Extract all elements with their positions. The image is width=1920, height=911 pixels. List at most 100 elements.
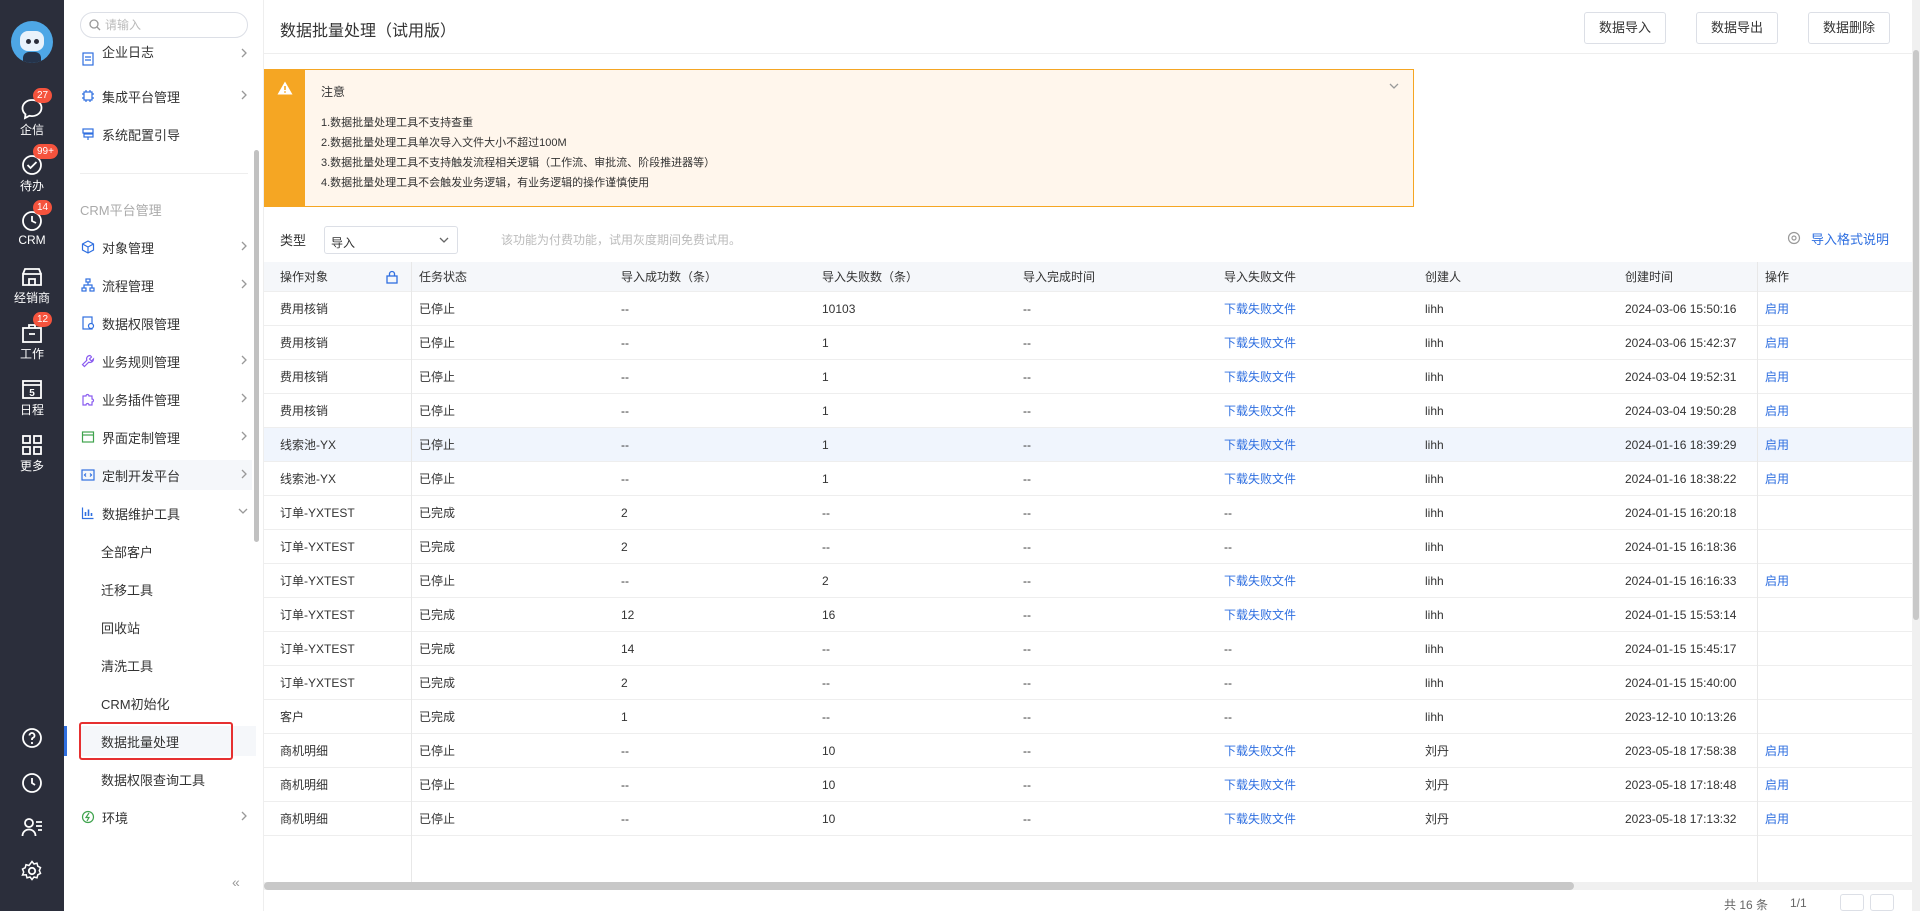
table-cell: --: [1023, 811, 1031, 826]
sidebar-item-data-tools[interactable]: 数据维护工具: [80, 498, 252, 528]
contacts-button[interactable]: [0, 816, 64, 846]
table-row[interactable]: 费用核销 已停止 -- 1 -- 下载失败文件 lihh 2024-03-06 15:42:3…: [264, 326, 1912, 360]
table-row[interactable]: 线索池-YX 已停止 -- 1 -- 下载失败文件 lihh 2024-01-16 18:38…: [264, 462, 1912, 496]
sidebar-item-business-rule[interactable]: 业务规则管理: [80, 346, 252, 376]
column-header[interactable]: 导入完成时间: [1023, 262, 1095, 291]
column-header[interactable]: 创建人: [1425, 262, 1461, 291]
download-failed-file-link[interactable]: 下载失败文件: [1224, 802, 1296, 835]
table-row[interactable]: 商机明细 已停止 -- 10 -- 下载失败文件 刘丹 2023-05-18 17:13:32…: [264, 802, 1912, 836]
help-button[interactable]: [0, 727, 64, 757]
import-button[interactable]: 数据导入: [1584, 12, 1667, 44]
sidebar-sub-cleanse[interactable]: 清洗工具: [80, 650, 256, 680]
next-page-button[interactable]: [1870, 894, 1894, 911]
download-failed-file-link[interactable]: 下载失败文件: [1224, 462, 1296, 495]
enable-action-link[interactable]: 启用: [1765, 462, 1789, 495]
download-failed-file-link[interactable]: 下载失败文件: [1224, 598, 1296, 631]
table-row[interactable]: 费用核销 已停止 -- 1 -- 下载失败文件 lihh 2024-03-04 19:50:2…: [264, 394, 1912, 428]
prev-page-button[interactable]: [1840, 894, 1864, 911]
column-header[interactable]: 导入成功数（条）: [621, 262, 717, 291]
enable-action-link[interactable]: 启用: [1765, 802, 1789, 835]
column-header[interactable]: 创建时间: [1625, 262, 1673, 291]
collapse-sidebar-button[interactable]: «: [232, 874, 240, 890]
download-failed-file-link[interactable]: 下载失败文件: [1224, 734, 1296, 767]
rail-item-todo[interactable]: 待办 99+: [0, 144, 64, 198]
delete-button[interactable]: 数据删除: [1808, 12, 1891, 44]
export-button[interactable]: 数据导出: [1696, 12, 1779, 44]
table-row[interactable]: 费用核销 已停止 -- 10103 -- 下载失败文件 lihh 2024-03-06 15:…: [264, 292, 1912, 326]
app-rail: 企信 27 待办 99+ CRM 14 经销商 工作 12 5 日程 更多: [0, 0, 64, 911]
rail-item-work[interactable]: 工作 12: [0, 312, 64, 366]
table-cell: 2024-01-15 15:45:17: [1625, 641, 1737, 656]
sidebar-item-plugin[interactable]: 业务插件管理: [80, 384, 252, 414]
table-row[interactable]: 订单-YXTEST 已完成 2 -- -- -- lihh 2024-01-15 16:18:…: [264, 530, 1912, 564]
enable-action-link[interactable]: 启用: [1765, 292, 1789, 325]
download-failed-file-link[interactable]: 下载失败文件: [1224, 326, 1296, 359]
enable-action-link[interactable]: 启用: [1765, 768, 1789, 801]
download-failed-file-link[interactable]: 下载失败文件: [1224, 768, 1296, 801]
horizontal-scrollbar[interactable]: [264, 882, 1574, 890]
sidebar-sub-batch-processing[interactable]: 数据批量处理: [64, 722, 256, 760]
sidebar-search[interactable]: [80, 12, 248, 38]
type-select[interactable]: 导入: [324, 226, 458, 254]
sidebar-sub-crm-init[interactable]: CRM初始化: [80, 688, 256, 718]
rail-item-schedule[interactable]: 5 日程: [0, 376, 64, 422]
table-row[interactable]: 订单-YXTEST 已完成 12 16 -- 下载失败文件 lihh 2024-01-15 1…: [264, 598, 1912, 632]
sidebar-item-data-permission[interactable]: 数据权限管理: [80, 308, 252, 338]
sidebar-item-ui-custom[interactable]: 界面定制管理: [80, 422, 252, 452]
rail-item-dealer[interactable]: 经销商: [0, 264, 64, 310]
enable-action-link[interactable]: 启用: [1765, 394, 1789, 427]
column-header[interactable]: 导入失败数（条）: [822, 262, 918, 291]
sidebar-item-config-guide[interactable]: 系统配置引导: [80, 119, 252, 149]
enable-action-link[interactable]: 启用: [1765, 360, 1789, 393]
settings-button[interactable]: [0, 860, 64, 890]
sidebar-scrollbar[interactable]: [254, 150, 259, 542]
table-row[interactable]: 订单-YXTEST 已完成 2 -- -- -- lihh 2024-01-15 16:20:…: [264, 496, 1912, 530]
column-header[interactable]: 导入失败文件: [1224, 262, 1296, 291]
column-header[interactable]: 任务状态: [419, 262, 467, 291]
sidebar-item-flow[interactable]: 流程管理: [80, 270, 252, 300]
download-failed-file-link[interactable]: 下载失败文件: [1224, 360, 1296, 393]
column-header[interactable]: 操作: [1765, 262, 1789, 291]
user-avatar[interactable]: [11, 21, 53, 63]
table-row[interactable]: 客户 已完成 1 -- -- -- lihh 2023-12-10 10:13:26: [264, 700, 1912, 734]
sidebar-sub-recycle-bin[interactable]: 回收站: [80, 612, 256, 642]
chevron-down-icon[interactable]: [1389, 82, 1399, 90]
sidebar-sub-permission-query[interactable]: 数据权限查询工具: [80, 764, 256, 794]
search-input[interactable]: [105, 16, 241, 34]
table-cell: --: [822, 641, 830, 656]
download-failed-file-link[interactable]: 下载失败文件: [1224, 564, 1296, 597]
enable-action-link[interactable]: 启用: [1765, 326, 1789, 359]
table-row[interactable]: 订单-YXTEST 已完成 2 -- -- -- lihh 2024-01-15 15:40:…: [264, 666, 1912, 700]
chevron-down-icon: [238, 508, 248, 514]
table-row[interactable]: 线索池-YX 已停止 -- 1 -- 下载失败文件 lihh 2024-01-16 18:39…: [264, 428, 1912, 462]
enable-action-link[interactable]: 启用: [1765, 564, 1789, 597]
history-button[interactable]: [0, 772, 64, 802]
sidebar-item-integration[interactable]: 集成平台管理: [80, 81, 252, 111]
table-row[interactable]: 商机明细 已停止 -- 10 -- 下载失败文件 刘丹 2023-05-18 17:58:38…: [264, 734, 1912, 768]
table-row[interactable]: 费用核销 已停止 -- 1 -- 下载失败文件 lihh 2024-03-04 19:52:3…: [264, 360, 1912, 394]
table-row[interactable]: 订单-YXTEST 已停止 -- 2 -- 下载失败文件 lihh 2024-01-15 16…: [264, 564, 1912, 598]
sidebar-item-dev-platform[interactable]: 定制开发平台: [80, 460, 252, 490]
download-failed-file-link[interactable]: 下载失败文件: [1224, 292, 1296, 325]
sidebar-item-environment[interactable]: 环境: [80, 802, 252, 832]
download-failed-file-link[interactable]: 下载失败文件: [1224, 394, 1296, 427]
sidebar-item-object[interactable]: 对象管理: [80, 232, 252, 262]
lock-column-icon[interactable]: [386, 270, 398, 284]
sidebar-sub-migration[interactable]: 迁移工具: [80, 574, 256, 604]
table-row[interactable]: 订单-YXTEST 已完成 14 -- -- -- lihh 2024-01-15 15:45…: [264, 632, 1912, 666]
table-row[interactable]: 商机明细 已停止 -- 10 -- 下载失败文件 刘丹 2023-05-18 17:18:48…: [264, 768, 1912, 802]
vertical-scrollbar[interactable]: [1912, 0, 1920, 911]
sidebar-item-enterprise-log[interactable]: 企业日志: [80, 44, 252, 74]
enable-action-link[interactable]: 启用: [1765, 734, 1789, 767]
import-format-link[interactable]: 导入格式说明: [1787, 228, 1889, 248]
rail-item-more[interactable]: 更多: [0, 432, 64, 478]
table-cell: --: [822, 505, 830, 520]
download-failed-file-link: --: [1224, 675, 1232, 690]
download-failed-file-link[interactable]: 下载失败文件: [1224, 428, 1296, 461]
column-header[interactable]: 操作对象: [280, 262, 328, 291]
enable-action-link[interactable]: 启用: [1765, 428, 1789, 461]
page-indicator[interactable]: 1/1: [1790, 896, 1807, 910]
rail-item-messages[interactable]: 企信 27: [0, 88, 64, 142]
sidebar-sub-all-customers[interactable]: 全部客户: [80, 536, 256, 566]
rail-item-crm[interactable]: CRM 14: [0, 200, 64, 254]
